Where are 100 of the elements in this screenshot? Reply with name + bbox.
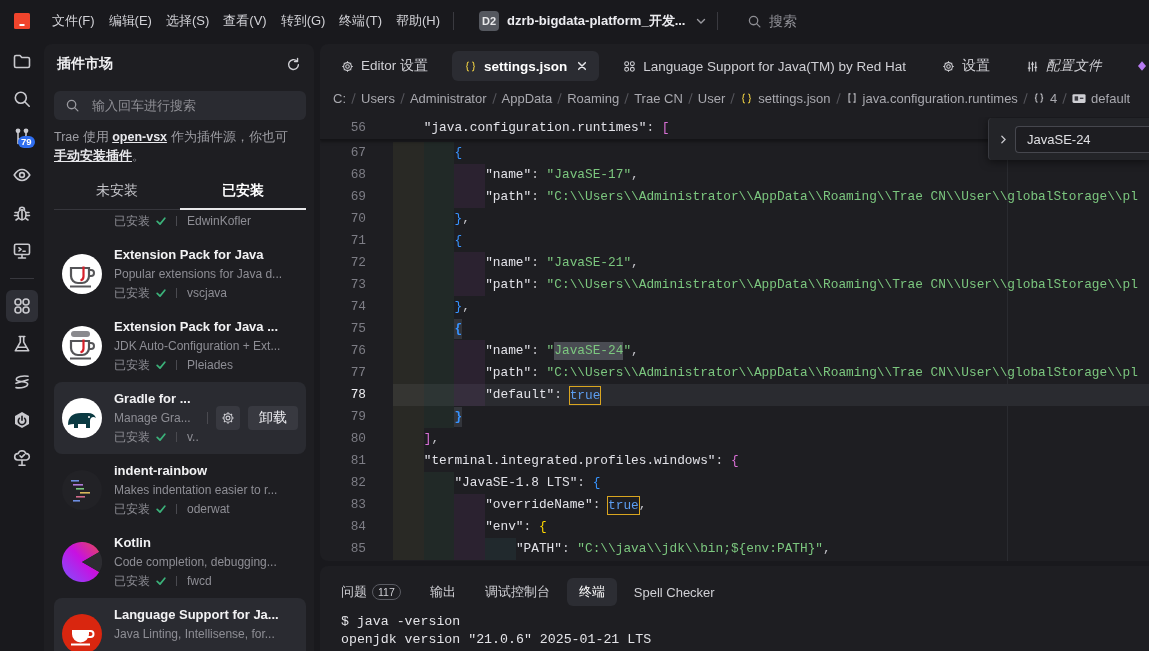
panel-tab[interactable]: 终端 <box>566 578 617 606</box>
breadcrumb-item[interactable]: User <box>697 90 726 106</box>
braces-icon <box>740 91 754 105</box>
find-input[interactable]: JavaSE-24 <box>1015 125 1149 153</box>
search-field[interactable]: 输入回车进行搜索 <box>54 91 306 120</box>
menu-item[interactable]: 帮助(H) <box>396 11 441 31</box>
project-avatar: D2 <box>479 11 500 31</box>
gear-icon <box>341 59 354 73</box>
menu-item[interactable]: 选择(S) <box>165 11 210 31</box>
breadcrumb-item[interactable]: Users <box>361 90 395 106</box>
editor-tab[interactable]: 配置文件 <box>1013 51 1114 81</box>
gear-icon <box>221 411 235 425</box>
tab[interactable]: 已安装 <box>180 174 306 210</box>
coil-icon <box>12 372 32 392</box>
refresh-icon[interactable] <box>286 56 301 72</box>
breadcrumb-item[interactable]: settings.json <box>740 90 831 106</box>
extension-item[interactable]: indent-rainbow Makes indentation easier to r... 已安装 oderwat <box>54 454 306 526</box>
search-field[interactable]: 搜索 <box>748 10 805 32</box>
line-number: 84 <box>350 518 366 536</box>
code-line: "name": "JavaSE-21", <box>393 252 639 274</box>
line-number: 70 <box>350 210 366 228</box>
editor-tab[interactable]: settings.json <box>452 51 600 81</box>
menu-item[interactable]: 编辑(E) <box>108 11 152 31</box>
extension-description: JDK Auto-Configuration + Ext... <box>114 338 281 355</box>
code-line: }, <box>393 296 470 318</box>
breadcrumb-item[interactable]: 4 <box>1032 90 1058 106</box>
code-line: "path": "C:\\Users\\Administrator\\AppData\\Roaming\\Trae CN\\User\\globalStorage\\pl <box>393 186 1138 208</box>
check-icon <box>156 432 166 442</box>
line-number: 85 <box>350 540 366 558</box>
grid-icon <box>623 59 637 73</box>
extension-name: indent-rainbow <box>114 462 208 480</box>
flask-icon <box>12 334 32 354</box>
publisher-name: oderwat <box>187 502 230 516</box>
diamond-icon <box>1137 60 1146 72</box>
menu-item[interactable]: 查看(V) <box>223 11 267 31</box>
line-number: 68 <box>350 166 366 184</box>
frame-icon <box>1072 92 1087 104</box>
info-text: Trae 使用 open-vsx 作为插件源，你也可 手动安装插件。 <box>54 129 289 165</box>
code-line: "overrideName": true, <box>393 494 647 516</box>
publisher-name: fwcd <box>187 574 212 588</box>
line-number: 74 <box>350 298 366 316</box>
chevron-right-icon[interactable] <box>998 133 1009 145</box>
extension-name: Extension Pack for Java ... <box>114 318 279 336</box>
panel-tab[interactable]: 问题 117 <box>329 578 413 606</box>
publisher-name: vscjava <box>187 286 227 300</box>
code-line: { <box>393 318 463 340</box>
extension-item[interactable]: Gradle for ... Manage Gra... 已安装 v.. 卸载 <box>54 382 306 454</box>
extension-item[interactable]: Extension Pack for Java ... JDK Auto-Configuration + Ext... 已安装 Pleiades <box>54 310 306 382</box>
search-icon <box>66 99 79 112</box>
extension-item[interactable]: Language Support for Ja... Java Linting, Intellisense, for... <box>54 598 306 651</box>
code-line: { <box>393 230 463 252</box>
breadcrumb-item[interactable]: C: <box>333 90 346 106</box>
link[interactable]: 手动安装插件 <box>54 149 132 163</box>
extension-name: Kotlin <box>114 534 151 552</box>
cup-icon <box>62 614 102 651</box>
editor-tab[interactable]: Language Support for Java(TM) by Red Hat <box>611 51 918 81</box>
breadcrumb-item[interactable]: java.configuration.runtimes <box>845 90 1018 106</box>
activity-bar-button[interactable]: 79 <box>6 121 38 153</box>
install-status: 已安装 <box>114 356 150 374</box>
close-icon[interactable] <box>577 61 588 71</box>
extension-item[interactable]: 已安装 EdwinKofler <box>54 212 306 238</box>
extension-item[interactable]: Kotlin Code completion, debugging... 已安装 fwcd <box>54 526 306 598</box>
publisher-name: v.. <box>187 430 199 444</box>
breadcrumb-item[interactable]: default <box>1072 90 1131 106</box>
settings-button[interactable] <box>216 406 240 430</box>
menu-item[interactable]: 文件(F) <box>52 11 95 31</box>
extension-item[interactable]: Extension Pack for Java Popular extensions for Java d... 已安装 vscjava <box>54 238 306 310</box>
panel-tab[interactable]: 输出 <box>417 578 468 606</box>
project-switcher[interactable]: D2 dzrb-bigdata-platform_开发... <box>479 11 708 31</box>
activity-bar-button[interactable] <box>6 290 38 322</box>
code-line: { <box>393 142 463 164</box>
line-number: 83 <box>350 496 366 514</box>
menu-item[interactable]: 转到(G) <box>280 11 326 31</box>
editor-tab[interactable]: Editor 设置 <box>329 51 441 81</box>
editor-tab[interactable]: 设置 <box>929 51 1002 81</box>
tab[interactable]: 未安装 <box>54 174 180 210</box>
extension-description: Makes indentation easier to r... <box>114 482 278 499</box>
install-status: 已安装 <box>114 500 150 518</box>
line-number: 69 <box>350 188 366 206</box>
code-line: "PATH": "C:\\java\\jdk\\bin;${env:PATH}", <box>393 538 831 560</box>
check-icon <box>156 360 166 370</box>
panel-tab[interactable]: Spell Checker <box>621 578 727 606</box>
breadcrumb-item[interactable]: AppData <box>501 90 553 106</box>
uninstall-button[interactable]: 卸载 <box>248 406 298 430</box>
code-line: "name": "JavaSE-24", <box>393 340 639 362</box>
breadcrumb-item[interactable]: Roaming <box>567 90 620 106</box>
panel-tab[interactable]: 调试控制台 <box>472 578 562 606</box>
monitor-icon <box>12 241 32 261</box>
brackets-icon <box>845 92 858 104</box>
extension-description: Popular extensions for Java d... <box>114 266 283 283</box>
line-number: 78 <box>350 386 366 404</box>
check-icon <box>156 288 166 298</box>
install-status: 已安装 <box>114 212 150 230</box>
check-icon <box>156 216 166 226</box>
breadcrumb-item[interactable]: Administrator <box>409 90 487 106</box>
menu-item[interactable]: 终端(T) <box>339 11 383 31</box>
check-icon <box>156 576 166 586</box>
breadcrumb-item[interactable]: Trae CN <box>634 90 683 106</box>
link[interactable]: open-vsx <box>112 130 168 144</box>
publisher-name: Pleiades <box>187 358 234 372</box>
